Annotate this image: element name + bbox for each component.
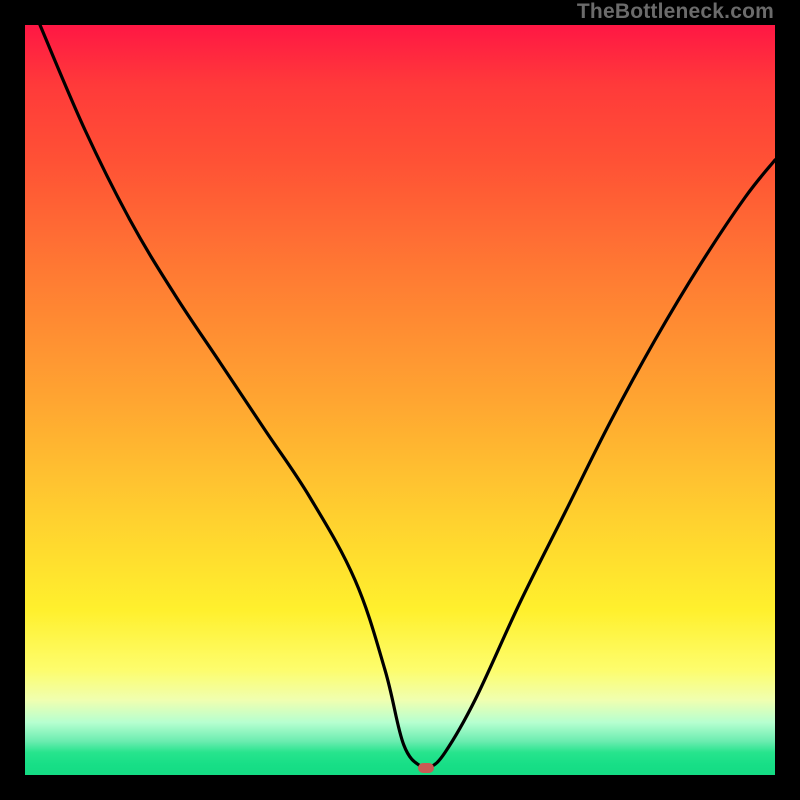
chart-frame: TheBottleneck.com: [0, 0, 800, 800]
curve-path: [40, 25, 775, 770]
bottleneck-marker: [418, 763, 434, 773]
watermark-text: TheBottleneck.com: [577, 0, 774, 24]
bottleneck-curve: [25, 25, 775, 775]
plot-area: [25, 25, 775, 775]
